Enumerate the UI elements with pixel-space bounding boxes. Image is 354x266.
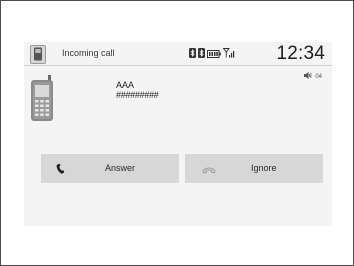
bluetooth-icon [198,45,205,63]
hang-up-icon [202,162,216,180]
cell-phone-icon [28,75,58,127]
screen: Incoming call 12:34 04 AAA ######### Ans… [24,42,332,226]
divider [24,65,332,66]
status-icons [189,47,235,59]
volume-indicator: 04 [304,72,322,81]
clock: 12:34 [276,43,325,64]
caller-number: ######### [116,90,159,100]
status-bar: Incoming call 12:34 [24,42,332,65]
signal-icon [222,45,235,63]
caller-name: AAA [116,80,135,90]
page-title: Incoming call [62,48,115,58]
handset-icon [56,162,70,180]
bluetooth-icon [189,45,196,63]
ignore-button[interactable]: Ignore [185,154,323,183]
answer-label: Answer [105,163,136,173]
answer-button[interactable]: Answer [41,154,179,183]
display-frame: Incoming call 12:34 04 AAA ######### Ans… [0,0,354,266]
battery-icon [207,45,221,63]
volume-level: 04 [315,73,322,80]
speaker-icon [304,72,312,81]
phone-app-icon [30,45,46,64]
ignore-label: Ignore [251,163,277,173]
